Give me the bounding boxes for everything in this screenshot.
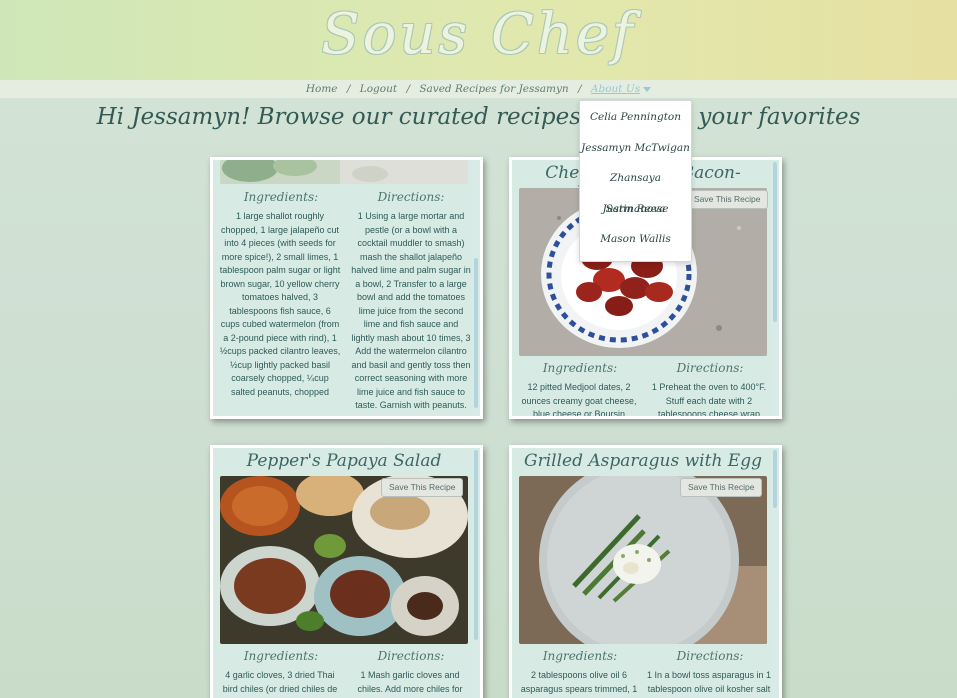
recipe-title: Grilled Asparagus with Egg	[524, 451, 762, 471]
nav-about-us-label: About Us	[590, 83, 641, 95]
recipe-photo	[220, 160, 468, 184]
ingredients-text: 1 large shallot roughly chopped, 1 large…	[219, 211, 341, 397]
directions-text: 1 Mash garlic cloves and chiles. Add mor…	[357, 670, 463, 698]
site-logo[interactable]: Sous Chef	[0, 2, 957, 67]
breadcrumb-nav: Home / Logout / Saved Recipes for Jessam…	[0, 80, 957, 98]
nav-separator: /	[578, 83, 582, 95]
directions-text: 1 In a bowl toss asparagus in 1 tablespo…	[646, 670, 772, 698]
nav-logout-link[interactable]: Logout	[360, 83, 397, 95]
directions-heading: Directions:	[676, 649, 744, 663]
nav-separator: /	[346, 83, 351, 95]
chevron-down-icon	[643, 86, 652, 92]
recipe-card: Ingredients: Directions: 1 large shallot…	[210, 157, 483, 419]
recipe-card: Grilled Asparagus with Egg Save This Rec…	[509, 445, 782, 698]
recipe-title: Pepper's Papaya Salad	[246, 451, 442, 471]
scrollbar-thumb[interactable]	[474, 450, 478, 640]
save-recipe-button[interactable]: Save This Recipe	[381, 478, 464, 497]
menu-item-jessamyn[interactable]: Jessamyn McTwigan	[580, 133, 691, 164]
card-scrollbar[interactable]	[771, 160, 779, 416]
menu-item-mason[interactable]: Mason Wallis	[580, 224, 691, 255]
ingredients-heading: Ingredients:	[243, 190, 319, 204]
menu-item-zhansaya[interactable]: Zhansaya Sarmanova	[580, 163, 691, 215]
directions-heading: Directions:	[377, 649, 445, 663]
ingredients-text: 12 pitted Medjool dates, 2 ounces creamy…	[521, 382, 637, 419]
scrollbar-thumb[interactable]	[773, 450, 777, 508]
nav-home-link[interactable]: Home	[306, 83, 338, 95]
nav-about-us-dropdown[interactable]: About Us	[590, 83, 652, 95]
recipe-photo	[220, 476, 468, 644]
ingredients-heading: Ingredients:	[542, 649, 618, 663]
directions-heading: Directions:	[676, 361, 744, 375]
directions-heading: Directions:	[377, 190, 445, 204]
ingredients-heading: Ingredients:	[542, 361, 618, 375]
site-header: Sous Chef	[0, 0, 957, 80]
recipe-photo	[519, 476, 767, 644]
menu-item-celia[interactable]: Celia Pennington	[580, 102, 691, 133]
directions-text: 1 Using a large mortar and pestle (or a …	[351, 211, 471, 410]
recipe-card: Pepper's Papaya Salad Save This Recipe I…	[210, 445, 483, 698]
save-recipe-button[interactable]: Save This Recipe	[686, 190, 769, 209]
card-scrollbar[interactable]	[472, 160, 480, 416]
ingredients-text: 2 tablespoons olive oil 6 asparagus spea…	[520, 670, 638, 698]
save-recipe-button[interactable]: Save This Recipe	[680, 478, 763, 497]
ingredients-heading: Ingredients:	[243, 649, 319, 663]
ingredients-text: 4 garlic cloves, 3 dried Thai bird chile…	[222, 670, 338, 698]
nav-saved-recipes-link[interactable]: Saved Recipes for Jessamyn	[419, 83, 568, 95]
scrollbar-thumb[interactable]	[773, 162, 777, 322]
page-greeting: Hi Jessamyn! Browse our curated recipes …	[96, 104, 861, 130]
card-scrollbar[interactable]	[472, 448, 480, 698]
menu-item-justin[interactable]: Justin Reese	[580, 194, 691, 225]
card-scrollbar[interactable]	[771, 448, 779, 698]
scrollbar-thumb[interactable]	[474, 258, 478, 408]
nav-separator: /	[406, 83, 410, 95]
about-us-dropdown-menu: Celia Pennington Jessamyn McTwigan Zhans…	[579, 100, 692, 262]
directions-text: 1 Preheat the oven to 400°F. Stuff each …	[651, 382, 767, 419]
